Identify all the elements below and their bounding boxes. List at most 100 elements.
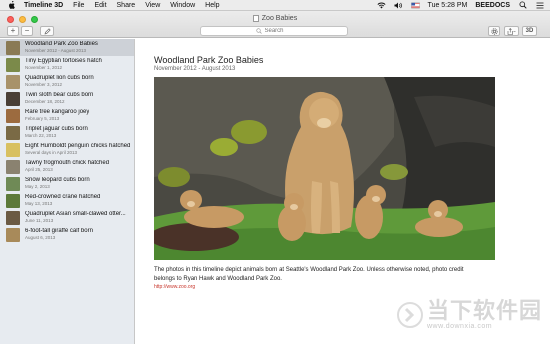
menu-view[interactable]: View bbox=[145, 2, 160, 9]
timeline-item-thumbnail bbox=[6, 227, 20, 242]
timeline-item-text: Twin sloth bear cubs born December 18, 20… bbox=[25, 92, 93, 105]
timeline-item[interactable]: Tawny frogmouth chick hatched April 25, 2… bbox=[0, 158, 134, 175]
timeline-item-text: Tawny frogmouth chick hatched April 25, 2… bbox=[25, 160, 109, 173]
clock[interactable]: Tue 5:28 PM bbox=[428, 2, 468, 9]
timeline-item[interactable]: Quadruplet Asian small-clawed otter... Ju… bbox=[0, 209, 134, 226]
timeline-item[interactable]: Triplet jaguar cubs born March 22, 2013 bbox=[0, 124, 134, 141]
menu-help[interactable]: Help bbox=[205, 2, 219, 9]
menu-edit[interactable]: Edit bbox=[94, 2, 106, 9]
menu-window[interactable]: Window bbox=[170, 2, 195, 9]
timeline-item-date: December 18, 2012 bbox=[25, 99, 65, 104]
app-menu[interactable]: Timeline 3D bbox=[24, 2, 63, 9]
timeline-item-thumbnail bbox=[6, 125, 20, 140]
timeline-item-date: May 2, 2013 bbox=[25, 184, 50, 189]
timeline-item-thumbnail bbox=[6, 57, 20, 72]
user-menu[interactable]: BEEDOCS bbox=[475, 2, 510, 9]
spotlight-icon[interactable] bbox=[518, 1, 527, 9]
apple-menu-icon[interactable] bbox=[7, 0, 17, 10]
document-icon bbox=[252, 15, 259, 22]
timeline-item-date: March 22, 2013 bbox=[25, 133, 57, 138]
event-caption: The photos in this timeline depict anima… bbox=[154, 267, 464, 282]
timeline-item-text: Triplet jaguar cubs born March 22, 2013 bbox=[25, 126, 88, 139]
menu-share[interactable]: Share bbox=[117, 2, 136, 9]
timeline-item-text: Quadruplet Asian small-clawed otter... Ju… bbox=[25, 211, 126, 224]
timeline-item-thumbnail bbox=[6, 142, 20, 157]
timeline-item[interactable]: Twin sloth bear cubs born December 18, 20… bbox=[0, 90, 134, 107]
timeline-item-title: Triplet jaguar cubs born bbox=[25, 126, 88, 132]
timeline-item-title: Woodland Park Zoo Babies bbox=[25, 41, 98, 47]
menu-bar: Timeline 3D File Edit Share View Window … bbox=[0, 0, 550, 11]
timeline-item-title: Quadruplet Asian small-clawed otter... bbox=[25, 211, 126, 217]
timeline-item[interactable]: Tiny Egyptian tortoises hatch November 1,… bbox=[0, 56, 134, 73]
timeline-item-text: Tiny Egyptian tortoises hatch November 1,… bbox=[25, 58, 102, 71]
timeline-item-date: Several days in April 2013 bbox=[25, 150, 78, 155]
timeline-item-date: August 6, 2013 bbox=[25, 235, 56, 240]
timeline-item-text: Snow leopard cubs born May 2, 2013 bbox=[25, 177, 90, 190]
watermark-brand: 当下软件园 bbox=[426, 298, 542, 323]
timeline-item[interactable]: Snow leopard cubs born May 2, 2013 bbox=[0, 175, 134, 192]
timeline-item-date: November 3, 2012 bbox=[25, 82, 63, 87]
timeline-item-thumbnail bbox=[6, 159, 20, 174]
window-toolbar: Zoo Babies + − 3D bbox=[0, 11, 550, 38]
timeline-item-title: Quadruplet lion cubs born bbox=[25, 75, 94, 81]
timeline-item[interactable]: Woodland Park Zoo Babies November 2012 - … bbox=[0, 39, 134, 56]
timeline-sidebar: Woodland Park Zoo Babies November 2012 - … bbox=[0, 39, 135, 344]
timeline-item-title: 6-foot-tall giraffe calf born bbox=[25, 228, 93, 234]
timeline-item-title: Tawny frogmouth chick hatched bbox=[25, 160, 110, 166]
window-title-bar: Zoo Babies bbox=[0, 15, 550, 22]
search-field[interactable] bbox=[200, 26, 348, 36]
view-3d-button[interactable]: 3D bbox=[522, 26, 537, 36]
timeline-item-text: Woodland Park Zoo Babies November 2012 - … bbox=[25, 41, 98, 54]
timeline-item-thumbnail bbox=[6, 176, 20, 191]
timeline-item[interactable]: Red-crowned crane hatched May 13, 2013 bbox=[0, 192, 134, 209]
timeline-item[interactable]: 6-foot-tall giraffe calf born August 6, 2… bbox=[0, 226, 134, 243]
timeline-item-thumbnail bbox=[6, 193, 20, 208]
timeline-item[interactable]: Quadruplet lion cubs born November 3, 201… bbox=[0, 73, 134, 90]
timeline-item-thumbnail bbox=[6, 74, 20, 89]
watermark-url: www.downxia.com bbox=[426, 323, 493, 330]
timeline-item-date: February 5, 2013 bbox=[25, 116, 60, 121]
timeline-item-text: Eight Humboldt penguin chicks hatched Sev… bbox=[25, 143, 130, 156]
timeline-item-text: Quadruplet lion cubs born November 3, 201… bbox=[25, 75, 94, 88]
timeline-item-title: Red-crowned crane hatched bbox=[25, 194, 101, 200]
timeline-item-title: Twin sloth bear cubs born bbox=[25, 92, 94, 98]
search-input[interactable] bbox=[264, 28, 293, 34]
gear-icon bbox=[490, 27, 498, 35]
timeline-item-date: June 11, 2013 bbox=[25, 218, 54, 223]
timeline-item-date: April 25, 2013 bbox=[25, 167, 53, 172]
timeline-item-title: Eight Humboldt penguin chicks hatched bbox=[25, 143, 131, 149]
timeline-item-text: Rare tree kangaroo joey February 5, 2013 bbox=[25, 109, 89, 122]
notification-center-icon[interactable] bbox=[535, 2, 544, 9]
timeline-item-thumbnail bbox=[6, 91, 20, 106]
flag-icon[interactable] bbox=[410, 2, 420, 9]
timeline-item[interactable]: Rare tree kangaroo joey February 5, 2013 bbox=[0, 107, 134, 124]
volume-icon[interactable] bbox=[394, 2, 403, 9]
timeline-item-thumbnail bbox=[6, 210, 20, 225]
menu-file[interactable]: File bbox=[73, 2, 84, 9]
event-link[interactable]: http://www.zoo.org bbox=[154, 284, 195, 290]
remove-event-button[interactable]: − bbox=[21, 26, 33, 36]
watermark-logo-icon bbox=[396, 301, 423, 328]
status-area: Tue 5:28 PM BEEDOCS bbox=[377, 1, 544, 9]
event-date-range: November 2012 - August 2013 bbox=[154, 66, 236, 72]
search-icon bbox=[255, 28, 262, 34]
timeline-item-text: Red-crowned crane hatched May 13, 2013 bbox=[25, 194, 100, 207]
timeline-item-date: May 13, 2013 bbox=[25, 201, 53, 206]
timeline-item-thumbnail bbox=[6, 108, 20, 123]
share-button[interactable] bbox=[504, 26, 519, 36]
add-event-button[interactable]: + bbox=[7, 26, 19, 36]
event-photo bbox=[154, 77, 495, 260]
timeline-item-title: Snow leopard cubs born bbox=[25, 177, 90, 183]
watermark: 当下软件园 www.downxia.com bbox=[396, 298, 542, 330]
share-icon bbox=[507, 27, 516, 35]
wifi-icon[interactable] bbox=[377, 2, 386, 9]
timeline-item-title: Rare tree kangaroo joey bbox=[25, 109, 90, 115]
timeline-item-title: Tiny Egyptian tortoises hatch bbox=[25, 58, 102, 64]
pencil-icon bbox=[44, 27, 51, 34]
timeline-item-text: 6-foot-tall giraffe calf born August 6, 2… bbox=[25, 228, 93, 241]
event-title: Woodland Park Zoo Babies bbox=[154, 55, 264, 65]
timeline-item-date: November 1, 2012 bbox=[25, 65, 63, 70]
edit-button[interactable] bbox=[40, 26, 54, 36]
settings-button[interactable] bbox=[488, 26, 500, 36]
timeline-item[interactable]: Eight Humboldt penguin chicks hatched Sev… bbox=[0, 141, 134, 158]
